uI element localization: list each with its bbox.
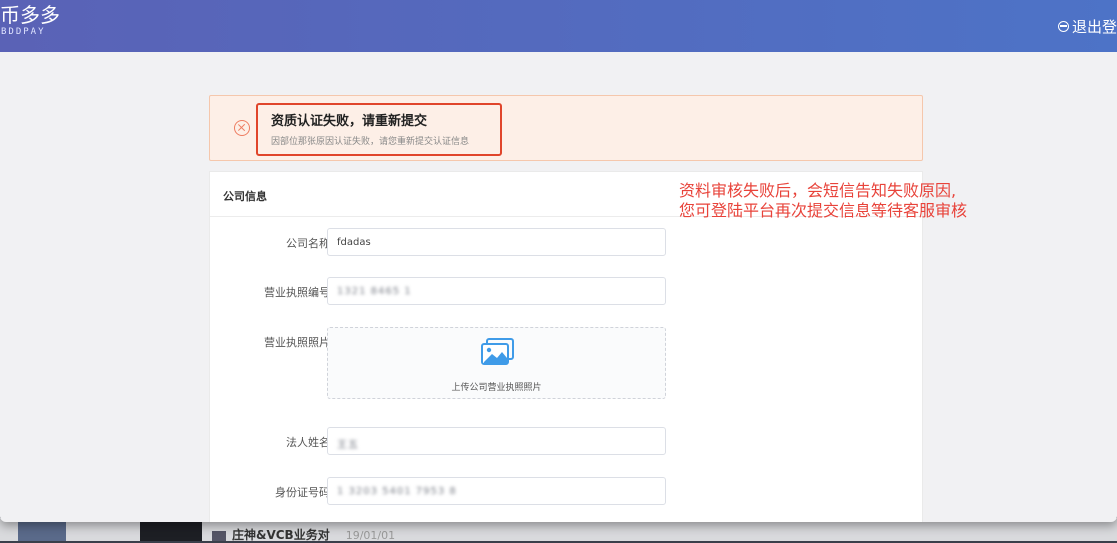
background-task-date: 19/01/01 <box>345 529 396 542</box>
upload-hint: 上传公司营业执照照片 <box>451 383 542 393</box>
company-name-label: 公司名称 <box>286 237 330 250</box>
license-number-label: 营业执照编号 <box>264 286 330 299</box>
form-row-license-number: 营业执照编号 1321 8465 1 <box>210 277 924 307</box>
background-task-row: 庄神&VCB业务对 19/01/01 <box>212 526 395 543</box>
error-circle-icon <box>234 120 250 136</box>
background-task-icon <box>212 530 226 541</box>
image-upload-icon <box>481 338 514 365</box>
id-number-value: 1 3203 5401 7953 8 <box>337 486 457 497</box>
background-thumbnail <box>140 522 202 541</box>
id-number-label: 身份证号码 <box>275 486 330 499</box>
company-info-card: 公司信息 公司名称 fdadas 营业执照编号 1321 8465 1 营业执照… <box>209 171 923 522</box>
annotation-line-1: 资料审核失败后，会短信告知失败原因, <box>679 181 957 200</box>
error-alert: 资质认证失败，请重新提交 因部位那张原因认证失败，请您重新提交认证信息 <box>209 95 923 161</box>
form-row-id-number: 身份证号码 1 3203 5401 7953 8 <box>210 477 924 507</box>
logout-icon <box>1057 21 1069 32</box>
background-task-title: 庄神&VCB业务对 <box>232 528 330 542</box>
logout-button[interactable]: 退出登 <box>1057 16 1117 37</box>
legal-name-input[interactable]: 王五 <box>327 427 666 455</box>
card-title: 公司信息 <box>223 190 267 203</box>
company-name-input[interactable]: fdadas <box>327 228 666 256</box>
license-photo-label: 营业执照照片 <box>264 336 330 349</box>
license-number-input[interactable]: 1321 8465 1 <box>327 277 666 305</box>
alert-message: 因部位那张原因认证失败，请您重新提交认证信息 <box>271 137 470 147</box>
top-navbar: 币多多 BDDPAY 退出登 <box>0 0 1117 52</box>
id-number-input[interactable]: 1 3203 5401 7953 8 <box>327 477 666 505</box>
form-row-legal-name: 法人姓名 王五 <box>210 427 924 457</box>
logout-label: 退出登 <box>1071 18 1117 36</box>
background-thumbnail <box>18 522 66 541</box>
annotation-line-2: 您可登陆平台再次提交信息等待客服审核 <box>679 201 968 220</box>
alert-title: 资质认证失败，请重新提交 <box>271 114 428 129</box>
logo-subtext: BDDPAY <box>1 27 46 37</box>
legal-name-label: 法人姓名 <box>286 436 330 449</box>
annotation-note: 资料审核失败后，会短信告知失败原因, 您可登陆平台再次提交信息等待客服审核 <box>679 181 967 221</box>
form-row-company-name: 公司名称 fdadas <box>210 228 924 258</box>
logo-text: 币多多 <box>0 3 60 27</box>
license-number-value: 1321 8465 1 <box>337 286 412 297</box>
license-photo-upload[interactable]: 上传公司营业执照照片 <box>327 327 666 399</box>
app-window: 币多多 BDDPAY 退出登 资质认证失败，请重新提交 因部位那张原因认证失败，… <box>0 0 1117 522</box>
legal-name-value: 王五 <box>337 440 359 451</box>
